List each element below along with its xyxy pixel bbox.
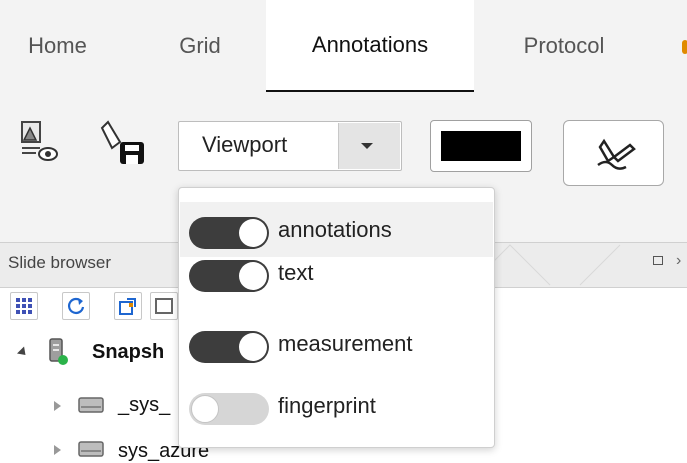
menu-item-measurement[interactable]: measurement [180,316,493,371]
tab-protocol-label: Protocol [523,33,605,58]
tab-home[interactable]: Home [0,0,115,92]
tree-collapsed-icon[interactable] [54,401,61,411]
viewport-dropdown-button[interactable] [338,123,400,169]
color-swatch [441,131,521,161]
close-icon[interactable]: › [676,252,681,270]
viewport-dropdown-menu: annotations text measurement fingerprint [178,187,495,448]
chevron-down-icon [361,143,373,149]
menu-item-label: annotations [278,217,392,242]
drive-icon [78,397,104,413]
toggle-knob [239,333,267,361]
database-icon [49,338,68,365]
menu-item-label: text [278,260,314,285]
text-toggle[interactable] [189,260,269,292]
tree-expanded-icon[interactable] [16,346,30,359]
toggle-knob [239,219,267,247]
annotation-save-icon[interactable] [98,118,144,164]
image-icon [155,298,173,314]
maximize-icon[interactable] [653,256,663,265]
image-button[interactable] [150,292,178,320]
refresh-button[interactable] [62,292,90,320]
fingerprint-toggle[interactable] [189,393,269,425]
menu-item-text[interactable]: text [180,245,493,300]
viewport-select-value: Viewport [202,132,288,157]
slide-browser-title: Slide browser [8,253,111,272]
color-picker-button[interactable] [430,120,532,172]
grid-icon [16,298,32,314]
tab-overflow-marker [682,40,687,54]
toggle-knob [239,262,267,290]
tree-item-label[interactable]: _sys_ [118,394,170,417]
measurement-toggle[interactable] [189,331,269,363]
refresh-icon [68,297,85,314]
drive-icon [78,441,104,457]
draw-annotation-button[interactable] [563,120,664,186]
export-icon [119,298,136,315]
export-button[interactable] [114,292,142,320]
toggle-knob [191,395,219,423]
menu-item-label: fingerprint [278,393,376,418]
tree-collapsed-icon[interactable] [54,445,61,455]
tab-home-label: Home [28,33,87,58]
tab-annotations-label: Annotations [311,32,429,57]
tab-protocol[interactable]: Protocol [495,0,633,92]
annotation-visibility-icon[interactable] [18,118,58,161]
grid-view-button[interactable] [10,292,38,320]
tree-item-label[interactable]: Snapsh [92,341,164,364]
menu-item-label: measurement [278,331,413,356]
menu-item-fingerprint[interactable]: fingerprint [180,378,493,433]
tab-grid-label: Grid [179,33,221,58]
tab-grid[interactable]: Grid [150,0,250,92]
tab-annotations[interactable]: Annotations [266,0,474,93]
draw-annotation-icon [597,138,636,170]
